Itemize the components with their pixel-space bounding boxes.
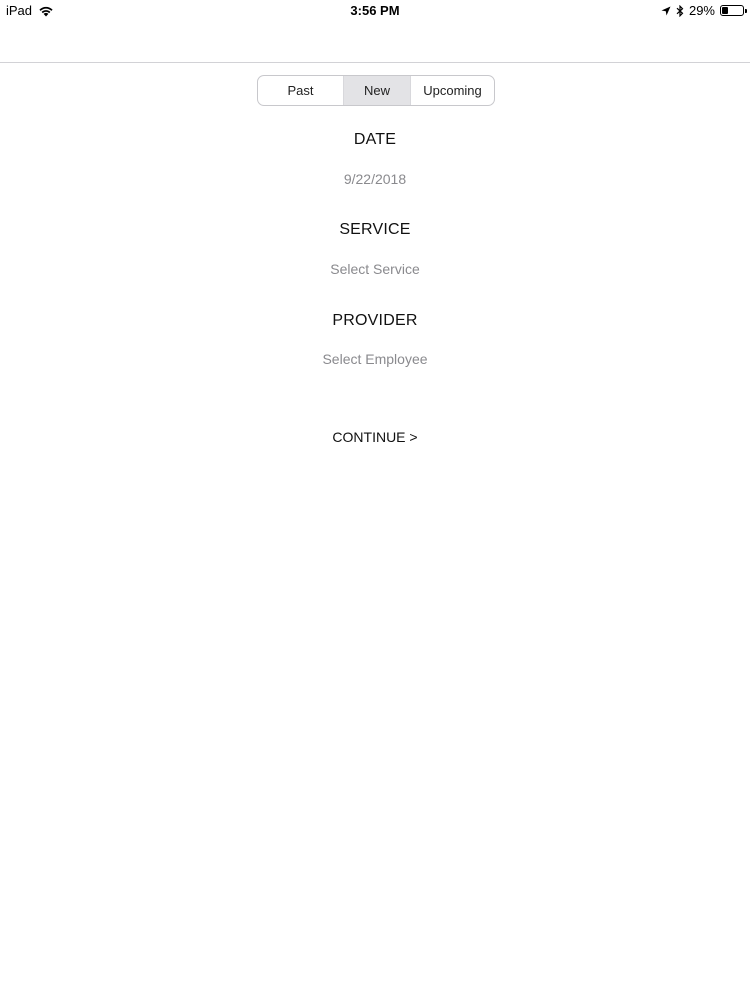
battery-percent: 29% bbox=[688, 3, 715, 18]
service-label: SERVICE bbox=[339, 221, 411, 238]
status-time: 3:56 PM bbox=[350, 3, 400, 18]
provider-select[interactable]: Select Employee bbox=[225, 351, 525, 367]
bluetooth-icon bbox=[676, 4, 684, 17]
status-bar: iPad 3:56 PM 29% bbox=[0, 0, 750, 22]
battery-fill bbox=[722, 7, 728, 14]
tab-new[interactable]: New bbox=[344, 76, 410, 105]
navigation-bar bbox=[0, 22, 750, 63]
status-right: 29% bbox=[661, 3, 747, 18]
tab-past[interactable]: Past bbox=[258, 76, 344, 105]
appointment-tabs: Past New Upcoming bbox=[257, 75, 495, 106]
date-label: DATE bbox=[353, 131, 397, 148]
tab-upcoming[interactable]: Upcoming bbox=[410, 76, 494, 105]
appointment-screen: iPad 3:56 PM 29% Past New Upcoming DATE … bbox=[0, 0, 750, 1000]
service-select[interactable]: Select Service bbox=[225, 261, 525, 277]
battery-icon bbox=[720, 5, 747, 16]
provider-label: PROVIDER bbox=[332, 312, 418, 329]
date-field[interactable]: 9/22/2018 bbox=[225, 171, 525, 187]
continue-button[interactable]: CONTINUE > bbox=[300, 429, 450, 445]
location-icon bbox=[661, 6, 671, 16]
